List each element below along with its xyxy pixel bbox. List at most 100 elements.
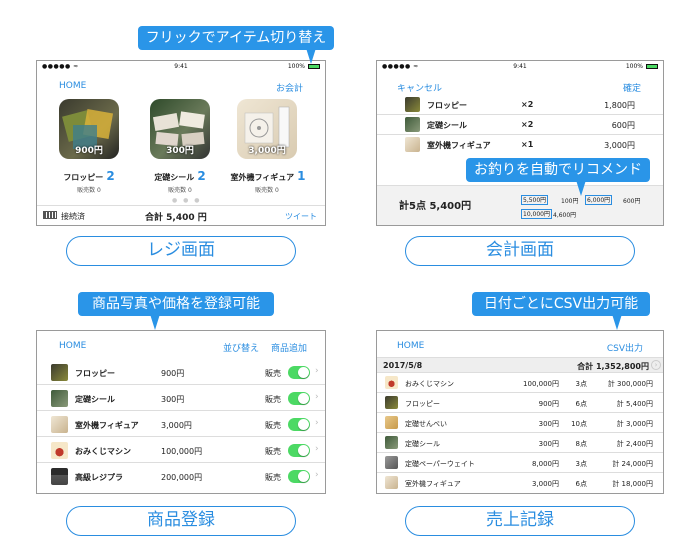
- chevron-right-icon: ›: [315, 366, 319, 376]
- status-bar: ●●●●● ≈ 9:41 100%: [377, 61, 663, 71]
- callout-text: 商品写真や価格を登録可能: [92, 296, 260, 312]
- cash-option[interactable]: 10,000円: [521, 209, 552, 219]
- chevron-right-icon: ›: [315, 444, 319, 454]
- printer-icon: [43, 211, 57, 219]
- paperweight-icon: [385, 456, 398, 469]
- callout-tail: [306, 48, 316, 64]
- item-count: 2: [197, 169, 206, 183]
- register-screen: ●●●●● ≈ 9:41 100% HOME お会計 900円 フロッピー 2 販…: [36, 60, 326, 226]
- checkout-line: 定礎シール ×2 600円: [377, 115, 663, 135]
- sale-toggle[interactable]: [288, 366, 310, 379]
- callout-register: フリックでアイテム切り替え: [138, 26, 334, 64]
- product-row[interactable]: 室外機フィギュア 3,000円 販売 ›: [37, 411, 325, 437]
- item-price: 300円: [166, 146, 194, 156]
- floppy-icon: [51, 364, 68, 381]
- sales-row: フロッピー 900円 6点 計 5,400円: [377, 393, 663, 413]
- item-tile-stone[interactable]: 300円: [150, 99, 210, 159]
- checkout-button[interactable]: お会計: [276, 81, 303, 94]
- sales-row: 定礎シール 300円 8点 計 2,400円: [377, 433, 663, 453]
- sort-button[interactable]: 並び替え: [223, 341, 259, 354]
- sale-toggle[interactable]: [288, 418, 310, 431]
- sale-toggle[interactable]: [288, 444, 310, 457]
- home-button[interactable]: HOME: [59, 341, 86, 351]
- add-product-button[interactable]: 商品追加: [271, 341, 307, 354]
- home-button[interactable]: HOME: [59, 81, 86, 91]
- label-products: 商品登録: [66, 506, 296, 536]
- callout-text: フリックでアイテム切り替え: [145, 30, 327, 46]
- product-row[interactable]: おみくじマシン 100,000円 販売 ›: [37, 437, 325, 463]
- page-dots: ● ● ●: [172, 197, 202, 204]
- ac-unit-icon: [51, 416, 68, 433]
- item-name: 定礎シール 2: [154, 169, 206, 183]
- callout-tail: [612, 314, 622, 330]
- checkout-screen: ●●●●● ≈ 9:41 100% キャンセル 確定 フロッピー ×2 1,80…: [376, 60, 664, 226]
- sales-row: 室外機フィギュア 3,000円 6点 計 18,000円: [377, 473, 663, 493]
- floppy-icon: [405, 97, 420, 112]
- product-row[interactable]: 高級レジプラ 200,000円 販売 ›: [37, 463, 325, 489]
- sales-row: 定礎せんべい 300円 10点 計 3,000円: [377, 413, 663, 433]
- item-count: 1: [297, 169, 306, 183]
- ac-unit-icon: [405, 137, 420, 152]
- status-bar: ●●●●● ≈ 9:41 100%: [37, 61, 325, 71]
- item-count: 2: [106, 169, 115, 183]
- chevron-right-icon: ›: [315, 418, 319, 428]
- callout-tail: [150, 314, 160, 330]
- cash-option[interactable]: 6,000円: [585, 195, 613, 205]
- chevron-right-icon[interactable]: ›: [651, 360, 661, 370]
- omikuji-icon: [51, 442, 68, 459]
- clock: 9:41: [513, 63, 527, 70]
- label-register: レジ画面: [66, 236, 296, 266]
- callout-text: 日付ごとにCSV出力可能: [483, 296, 639, 312]
- divider: [37, 205, 325, 206]
- products-screen: HOME 並び替え 商品追加 フロッピー 900円 販売 › 定礎シール 300…: [36, 330, 326, 494]
- battery-percent: 100%: [287, 63, 305, 70]
- item-name: 室外機フィギュア 1: [230, 169, 306, 183]
- item-tile-floppy[interactable]: 900円: [59, 99, 119, 159]
- register-icon: [51, 468, 68, 485]
- cancel-button[interactable]: キャンセル: [397, 81, 442, 94]
- battery-icon: [308, 64, 320, 69]
- callout-text: お釣りを自動でリコメンド: [474, 162, 642, 178]
- tweet-button[interactable]: ツイート: [285, 211, 317, 222]
- battery-icon: [646, 64, 658, 69]
- sale-toggle[interactable]: [288, 470, 310, 483]
- floppy-icon: [385, 396, 398, 409]
- senbei-icon: [385, 416, 398, 429]
- item-name: フロッピー 2: [63, 169, 115, 183]
- stone-icon: [405, 117, 420, 132]
- item-sold: 販売数 0: [255, 187, 279, 194]
- item-sold: 販売数 0: [168, 187, 192, 194]
- item-tile-ac[interactable]: 3,000円: [237, 99, 297, 159]
- confirm-button[interactable]: 確定: [623, 81, 641, 94]
- callout-products: 商品写真や価格を登録可能: [78, 292, 274, 330]
- sales-date: 2017/5/8: [383, 361, 423, 370]
- stone-icon: [385, 436, 398, 449]
- sales-row: 定礎ペーパーウェイト 8,000円 3点 計 24,000円: [377, 453, 663, 473]
- item-price: 900円: [75, 146, 103, 156]
- checkout-summary: 計5点 5,400円: [399, 201, 472, 212]
- label-checkout: 会計画面: [405, 236, 635, 266]
- callout-tail: [576, 180, 586, 196]
- product-row[interactable]: 定礎シール 300円 販売 ›: [37, 385, 325, 411]
- sale-toggle[interactable]: [288, 392, 310, 405]
- checkout-line: 室外機フィギュア ×1 3,000円: [377, 135, 663, 155]
- label-sales: 売上記録: [405, 506, 635, 536]
- day-total: 合計 1,352,800円: [577, 362, 649, 371]
- chevron-right-icon: ›: [315, 392, 319, 402]
- ac-unit-icon: [385, 476, 398, 489]
- callout-checkout: お釣りを自動でリコメンド: [466, 158, 650, 196]
- cash-option[interactable]: 5,500円: [521, 195, 549, 205]
- change-amount: 4,600円: [553, 212, 577, 219]
- product-row[interactable]: フロッピー 900円 販売 ›: [37, 359, 325, 385]
- sales-screen: HOME CSV出力 2017/5/8 合計 1,352,800円 › おみくじ…: [376, 330, 664, 494]
- clock: 9:41: [174, 63, 188, 70]
- callout-sales: 日付ごとにCSV出力可能: [472, 292, 650, 330]
- battery-percent: 100%: [625, 63, 643, 70]
- change-amount: 100円: [561, 198, 579, 205]
- date-header: 2017/5/8 合計 1,352,800円 ›: [377, 357, 663, 373]
- chevron-right-icon: ›: [315, 470, 319, 480]
- csv-export-button[interactable]: CSV出力: [607, 341, 643, 354]
- connection-status: 接続済: [61, 212, 85, 221]
- home-button[interactable]: HOME: [397, 341, 424, 351]
- total-amount: 合計 5,400 円: [145, 213, 207, 223]
